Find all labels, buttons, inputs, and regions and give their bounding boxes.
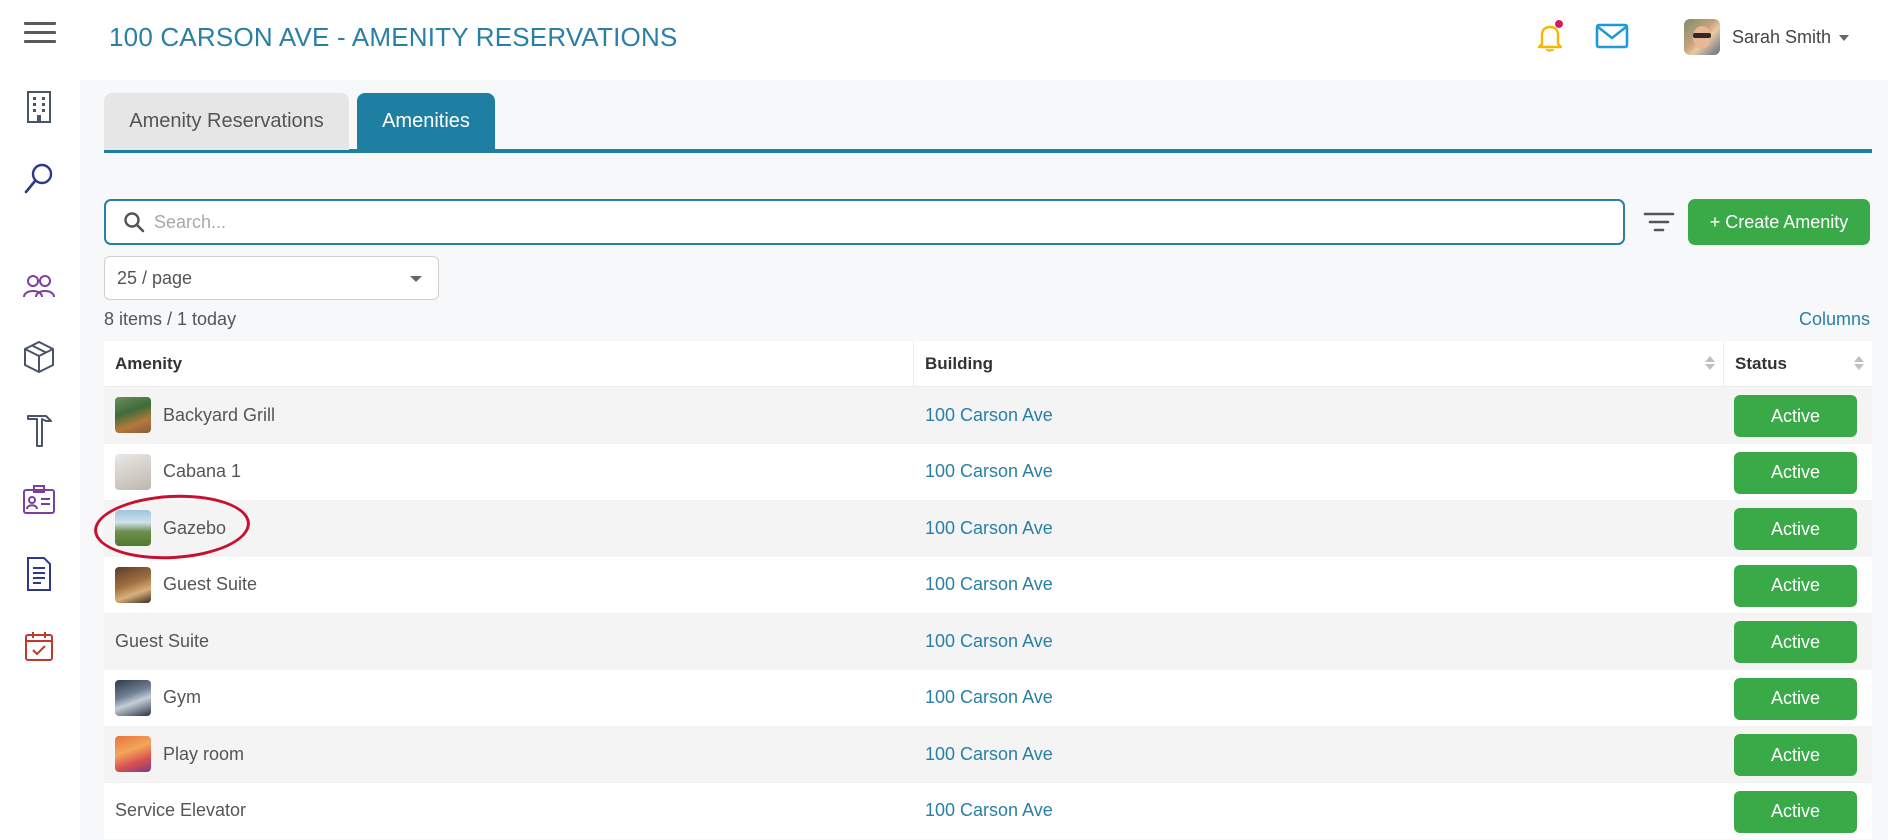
amenity-name: Cabana 1: [163, 461, 242, 482]
sort-icon[interactable]: [1705, 356, 1715, 372]
amenity-thumbnail: [115, 397, 151, 434]
amenity-thumbnail: [115, 510, 151, 547]
column-header-status[interactable]: Status: [1724, 341, 1872, 387]
amenity-cell[interactable]: Cabana 1: [115, 444, 241, 501]
amenity-name: Service Elevator: [115, 800, 247, 821]
amenity-cell[interactable]: Guest Suite: [115, 613, 209, 670]
search-icon: [124, 212, 145, 233]
table-row[interactable]: Gazebo 100 Carson Ave Active: [104, 500, 1872, 557]
amenity-cell[interactable]: Guest Suite: [115, 557, 257, 614]
page-size-value: 25 / page: [117, 267, 193, 288]
notification-bell-icon[interactable]: [1534, 20, 1566, 52]
amenity-name: Gym: [163, 687, 201, 708]
table-row[interactable]: Guest Suite 100 Carson Ave Active: [104, 556, 1872, 614]
mail-icon[interactable]: [1595, 22, 1629, 50]
amenity-name: Guest Suite: [115, 630, 210, 651]
main-content: Amenity Reservations Amenities + Create …: [80, 80, 1888, 840]
calendar-check-icon[interactable]: [20, 627, 58, 665]
amenity-name: Backyard Grill: [163, 404, 276, 425]
status-badge[interactable]: Active: [1734, 734, 1857, 776]
search-icon[interactable]: [20, 160, 58, 198]
building-link[interactable]: 100 Carson Ave: [925, 613, 1053, 670]
amenity-cell[interactable]: Backyard Grill: [115, 387, 275, 444]
hammer-icon[interactable]: [20, 410, 58, 448]
building-link[interactable]: 100 Carson Ave: [925, 726, 1053, 783]
table-body: Backyard Grill 100 Carson Ave Active Cab…: [104, 387, 1872, 839]
status-badge[interactable]: Active: [1734, 508, 1857, 550]
document-icon[interactable]: [20, 555, 58, 593]
user-name: Sarah Smith: [1732, 26, 1832, 47]
top-header: 100 CARSON AVE - AMENITY RESERVATIONS Sa…: [80, 0, 1888, 80]
amenity-cell[interactable]: Gazebo: [115, 500, 226, 557]
building-link[interactable]: 100 Carson Ave: [925, 557, 1053, 614]
tab-bar: Amenity Reservations Amenities: [104, 93, 1872, 153]
building-link[interactable]: 100 Carson Ave: [925, 444, 1053, 501]
amenity-cell[interactable]: Play room: [115, 726, 244, 783]
notification-badge: [1555, 20, 1563, 28]
chevron-down-icon: [410, 276, 422, 282]
table-header: Amenity Building Status: [104, 341, 1872, 387]
amenity-thumbnail: [115, 736, 151, 773]
avatar: [1684, 19, 1720, 55]
create-amenity-button[interactable]: + Create Amenity: [1688, 199, 1870, 245]
status-badge[interactable]: Active: [1734, 621, 1857, 663]
page-size-select[interactable]: 25 / page: [104, 256, 439, 300]
id-card-icon[interactable]: [20, 481, 58, 519]
amenity-cell[interactable]: Gym: [115, 670, 201, 727]
app-root: 100 CARSON AVE - AMENITY RESERVATIONS Sa…: [0, 0, 1888, 840]
package-icon[interactable]: [20, 338, 58, 376]
hamburger-menu-icon[interactable]: [24, 22, 56, 46]
chevron-down-icon: [1839, 35, 1850, 41]
building-link[interactable]: 100 Carson Ave: [925, 500, 1053, 557]
amenity-name: Play room: [163, 743, 245, 764]
tab-amenity-reservations[interactable]: Amenity Reservations: [104, 93, 349, 150]
status-badge[interactable]: Active: [1734, 677, 1857, 720]
sort-icon[interactable]: [1854, 356, 1864, 372]
building-icon[interactable]: [20, 88, 58, 126]
search-box: [104, 199, 1625, 245]
table-row[interactable]: Service Elevator 100 Carson Ave Active: [104, 782, 1872, 840]
user-menu[interactable]: Sarah Smith: [1684, 18, 1850, 56]
items-count: 8 items / 1 today: [104, 309, 237, 329]
status-badge[interactable]: Active: [1734, 395, 1857, 437]
building-link[interactable]: 100 Carson Ave: [925, 387, 1053, 444]
amenity-name: Gazebo: [163, 517, 227, 538]
status-badge[interactable]: Active: [1734, 564, 1857, 607]
column-header-building[interactable]: Building: [914, 341, 1724, 387]
column-header-amenity[interactable]: Amenity: [104, 341, 914, 387]
table-row[interactable]: Backyard Grill 100 Carson Ave Active: [104, 387, 1872, 444]
amenity-thumbnail: [115, 566, 151, 603]
amenities-table: Amenity Building Status Backyard Grill 1…: [104, 341, 1872, 839]
amenity-name: Guest Suite: [163, 574, 258, 595]
filter-icon[interactable]: [1641, 206, 1677, 238]
amenity-cell[interactable]: Service Elevator: [115, 783, 246, 840]
tab-amenities[interactable]: Amenities: [357, 93, 495, 150]
amenity-thumbnail: [115, 679, 151, 716]
columns-link[interactable]: Columns: [1799, 309, 1870, 330]
table-row[interactable]: Gym 100 Carson Ave Active: [104, 669, 1872, 727]
table-row[interactable]: Guest Suite 100 Carson Ave Active: [104, 613, 1872, 670]
building-link[interactable]: 100 Carson Ave: [925, 783, 1053, 840]
amenity-thumbnail: [115, 453, 151, 490]
table-row[interactable]: Cabana 1 100 Carson Ave Active: [104, 443, 1872, 501]
people-icon[interactable]: [20, 267, 58, 305]
sidebar: [0, 0, 80, 840]
status-badge[interactable]: Active: [1734, 451, 1857, 494]
page-title: 100 CARSON AVE - AMENITY RESERVATIONS: [109, 22, 678, 52]
table-row[interactable]: Play room 100 Carson Ave Active: [104, 726, 1872, 783]
status-badge[interactable]: Active: [1734, 790, 1857, 833]
search-input[interactable]: [154, 211, 1623, 233]
building-link[interactable]: 100 Carson Ave: [925, 670, 1053, 727]
